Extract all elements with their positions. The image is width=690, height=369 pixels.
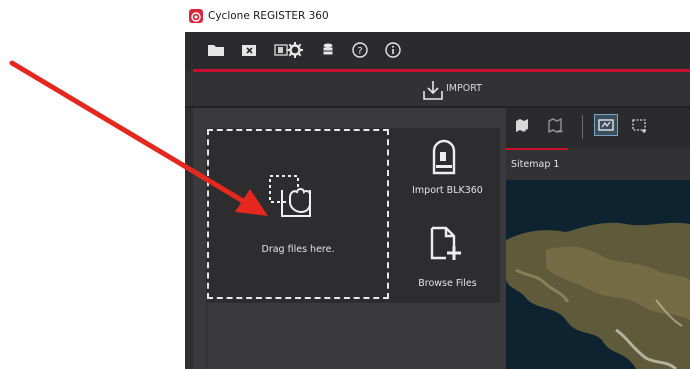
browse-files-label[interactable]: Browse Files bbox=[395, 278, 500, 289]
info-icon[interactable] bbox=[383, 40, 403, 60]
import-blk360-label[interactable]: Import BLK360 bbox=[395, 185, 500, 196]
database-icon[interactable] bbox=[318, 40, 338, 60]
satellite-map[interactable] bbox=[506, 180, 690, 369]
map-view-button[interactable] bbox=[594, 114, 618, 136]
map-view-icon bbox=[598, 119, 614, 131]
svg-text:?: ? bbox=[357, 46, 362, 57]
blk360-scanner-icon[interactable] bbox=[428, 139, 460, 175]
select-rectangle-icon[interactable] bbox=[631, 117, 649, 135]
map-landmass bbox=[506, 180, 690, 369]
import-arrow-icon[interactable] bbox=[422, 79, 444, 101]
toolbar-separator bbox=[582, 115, 583, 139]
help-icon[interactable]: ? bbox=[350, 40, 370, 60]
map-add-icon[interactable] bbox=[514, 117, 532, 135]
sitemap-tab[interactable]: Sitemap 1 bbox=[511, 159, 559, 170]
main-toolbar bbox=[185, 32, 690, 70]
import-list-area bbox=[207, 303, 500, 369]
drop-zone-label: Drag files here. bbox=[261, 244, 335, 255]
add-file-icon[interactable] bbox=[428, 226, 462, 262]
open-folder-icon[interactable] bbox=[206, 40, 226, 60]
import-label[interactable]: IMPORT bbox=[446, 83, 482, 94]
window-title: Cyclone REGISTER 360 bbox=[208, 10, 329, 22]
close-project-icon[interactable] bbox=[239, 40, 259, 60]
drag-hand-icon bbox=[268, 174, 332, 218]
map-remove-icon[interactable] bbox=[547, 117, 565, 135]
settings-gear-icon[interactable] bbox=[285, 40, 305, 60]
cyclone-logo-icon bbox=[189, 9, 203, 23]
